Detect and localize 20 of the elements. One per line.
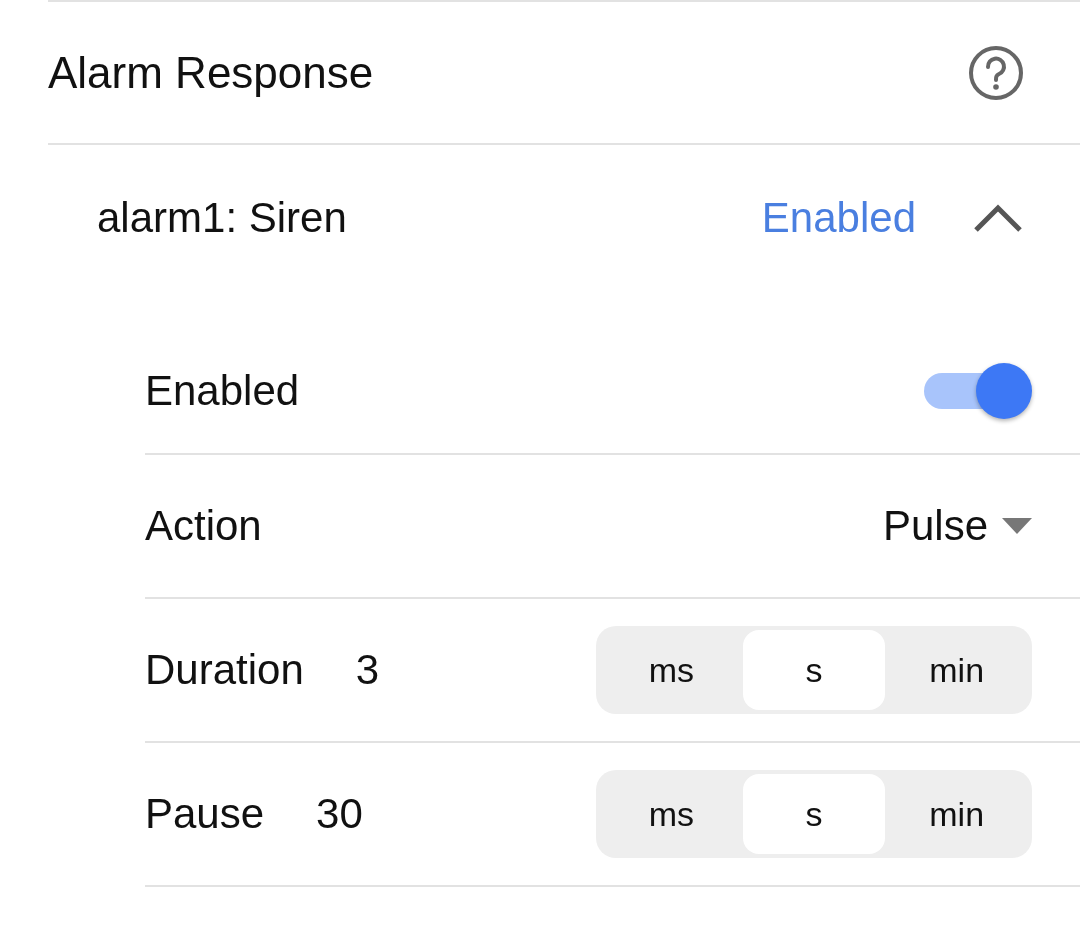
unit-option[interactable]: ms bbox=[600, 630, 743, 710]
setting-label: Enabled bbox=[145, 367, 300, 415]
unit-option[interactable]: s bbox=[742, 630, 886, 710]
section-title: Alarm Response bbox=[48, 47, 374, 98]
dropdown-arrow-icon bbox=[1002, 518, 1032, 534]
toggle-switch[interactable] bbox=[922, 363, 1032, 419]
setting-value: 30 bbox=[316, 790, 363, 838]
setting-label: Pause bbox=[145, 790, 265, 838]
unit-option[interactable]: min bbox=[885, 630, 1028, 710]
setting-label: Duration bbox=[145, 646, 304, 694]
unit-option[interactable]: s bbox=[742, 774, 886, 854]
unit-option[interactable]: ms bbox=[600, 774, 743, 854]
help-icon[interactable] bbox=[968, 44, 1024, 101]
unit-option[interactable]: min bbox=[885, 774, 1028, 854]
alarm-name: alarm1: Siren bbox=[97, 194, 348, 242]
alarm-status: Enabled bbox=[761, 194, 916, 242]
setting-value: 3 bbox=[355, 646, 380, 694]
chevron-up-icon[interactable] bbox=[972, 203, 1024, 233]
setting-label: Action bbox=[145, 502, 262, 550]
action-dropdown[interactable]: Pulse bbox=[882, 502, 1032, 550]
